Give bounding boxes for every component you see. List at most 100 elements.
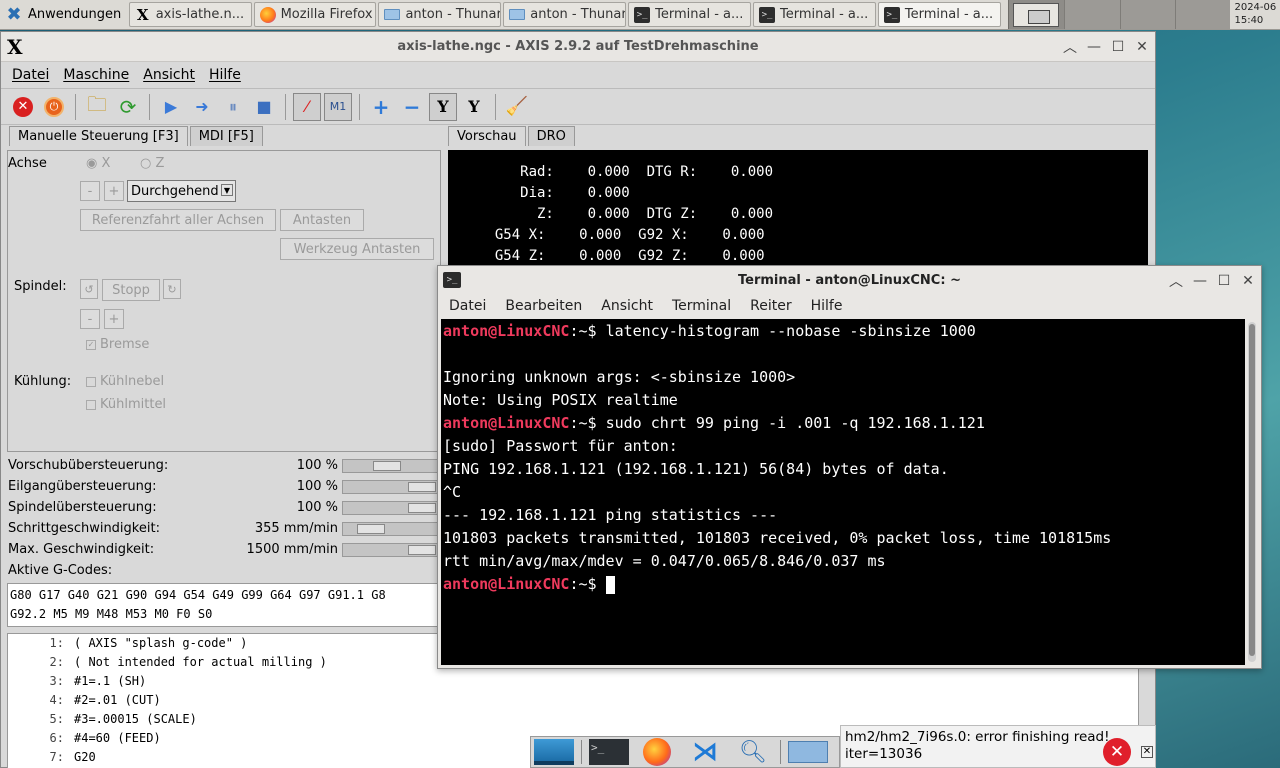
taskbar-item-terminal-1[interactable]: >_ Terminal - a... — [628, 2, 752, 27]
jog-speed-slider[interactable] — [342, 522, 438, 536]
minimize-icon[interactable]: — — [1193, 273, 1207, 289]
taskbar-item-label: anton - Thunar — [405, 7, 502, 22]
terminal-titlebar[interactable]: >_ Terminal - anton@LinuxCNC: ~ ︿ — ☐ ✕ — [438, 266, 1261, 294]
optional-stop-toggle[interactable]: M1 — [324, 92, 352, 121]
dock-vscode[interactable]: ⋊ — [684, 737, 726, 767]
spindle-ccw-button[interactable]: ↺ — [80, 279, 98, 299]
menu-ansicht[interactable]: Ansicht — [143, 67, 195, 83]
menu-datei[interactable]: Datei — [12, 67, 49, 83]
rapid-override-slider[interactable] — [342, 480, 438, 494]
active-gcodes-text[interactable]: G80 G17 G40 G21 G90 G94 G54 G49 G99 G64 … — [7, 583, 439, 627]
block-delete-toggle[interactable]: ⁄ — [293, 92, 321, 121]
jog-plus-button[interactable]: + — [104, 181, 124, 201]
menu-terminal[interactable]: Terminal — [672, 298, 731, 314]
error-notification: hm2/hm2_7i96s.0: error finishing read! i… — [840, 725, 1156, 768]
minimize-icon[interactable]: — — [1087, 39, 1101, 55]
terminal-scrollbar[interactable] — [1248, 322, 1256, 662]
spindle-cw-button[interactable]: ↻ — [163, 279, 181, 299]
menu-datei[interactable]: Datei — [449, 298, 486, 314]
reload-button[interactable]: ⟳ — [114, 93, 142, 121]
axis-z-radio[interactable]: ○ Z — [140, 156, 164, 171]
open-file-button[interactable]: 🗀 — [83, 92, 111, 121]
dock-show-desktop[interactable] — [533, 737, 575, 767]
menu-hilfe[interactable]: Hilfe — [811, 298, 843, 314]
tab-manual[interactable]: Manuelle Steuerung [F3] — [9, 126, 188, 146]
flood-checkbox[interactable]: Kühlmittel — [86, 397, 166, 412]
view-y-button[interactable]: Y — [429, 92, 457, 121]
command-text: sudo chrt 99 ping -i .001 -q 192.168.1.1… — [605, 414, 985, 432]
machine-power-button[interactable]: ⏻ — [40, 93, 68, 121]
view-y2-button[interactable]: Y — [460, 93, 488, 121]
workspace-3[interactable] — [1119, 0, 1176, 29]
program-line[interactable]: 4: #2=.01 (CUT) — [8, 691, 1138, 710]
run-button[interactable]: ▶ — [157, 93, 185, 121]
slider-knob[interactable] — [408, 482, 436, 492]
touch-off-button[interactable]: Antasten — [280, 209, 364, 231]
menu-ansicht[interactable]: Ansicht — [601, 298, 653, 314]
max-velocity-slider[interactable] — [342, 543, 438, 557]
spindle-override-slider[interactable] — [342, 501, 438, 515]
menu-reiter[interactable]: Reiter — [750, 298, 791, 314]
tool-touch-off-button[interactable]: Werkzeug Antasten — [280, 238, 434, 260]
slider-knob[interactable] — [373, 461, 401, 471]
pause-button[interactable]: ⏸ — [219, 93, 247, 121]
estop-button[interactable]: ✕ — [9, 93, 37, 121]
zoom-out-icon: − — [403, 94, 421, 119]
mist-checkbox[interactable]: Kühlnebel — [86, 374, 164, 389]
taskbar-item-axis[interactable]: X axis-lathe.n... — [128, 2, 252, 27]
menu-hilfe[interactable]: Hilfe — [209, 67, 241, 83]
clock[interactable]: 2024-06 15:40 — [1230, 0, 1280, 29]
menu-maschine[interactable]: Maschine — [63, 67, 129, 83]
taskbar-item-terminal-3[interactable]: >_ Terminal - a... — [877, 2, 1001, 27]
dock-search[interactable]: 🔍︎ — [732, 737, 774, 767]
dock-terminal[interactable]: >_ — [588, 737, 630, 767]
terminal-screen[interactable]: anton@LinuxCNC:~$ latency-histogram --no… — [441, 319, 1245, 665]
clear-plot-button[interactable]: 🧹 — [503, 93, 531, 121]
scrollbar-thumb[interactable] — [1249, 324, 1255, 656]
workspace-2[interactable] — [1064, 0, 1120, 29]
close-icon[interactable]: ✕ — [1135, 39, 1149, 55]
stop-button[interactable]: ■ — [250, 93, 278, 121]
spindle-minus-button[interactable]: - — [80, 309, 100, 329]
workspace-1[interactable] — [1007, 0, 1065, 29]
jog-minus-button[interactable]: - — [80, 181, 100, 201]
taskbar-item-terminal-2[interactable]: >_ Terminal - a... — [753, 2, 876, 27]
view-y-icon: Y — [437, 97, 449, 116]
close-notification-button[interactable]: ✕ — [1141, 746, 1153, 758]
zoom-in-button[interactable]: + — [367, 93, 395, 121]
taskbar-item-thunar-2[interactable]: anton - Thunar — [503, 2, 627, 27]
step-button[interactable]: ➜ — [188, 93, 216, 121]
axis-x-radio[interactable]: ◉ X — [86, 156, 110, 171]
tab-dro[interactable]: DRO — [527, 126, 575, 146]
menu-bearbeiten[interactable]: Bearbeiten — [505, 298, 582, 314]
brake-checkbox[interactable]: ✓ Bremse — [86, 337, 149, 352]
tab-preview[interactable]: Vorschau — [448, 126, 526, 146]
close-icon[interactable]: ✕ — [1241, 273, 1255, 289]
window-shade-icon[interactable]: ︿ — [1063, 37, 1077, 57]
home-all-button[interactable]: Referenzfahrt aller Achsen — [80, 209, 276, 231]
zoom-out-button[interactable]: − — [398, 93, 426, 121]
dock-firefox[interactable] — [636, 737, 678, 767]
maximize-icon[interactable]: ☐ — [1111, 39, 1125, 55]
maximize-icon[interactable]: ☐ — [1217, 273, 1231, 289]
window-shade-icon[interactable]: ︿ — [1169, 271, 1183, 291]
feed-override-slider[interactable] — [342, 459, 438, 473]
slider-knob[interactable] — [357, 524, 385, 534]
jog-mode-select[interactable]: Durchgehend ▼ — [127, 180, 236, 202]
spindle-stop-button[interactable]: Stopp — [102, 279, 160, 301]
dock-separator — [581, 740, 582, 764]
axis-titlebar[interactable]: X axis-lathe.ngc - AXIS 2.9.2 auf TestDr… — [1, 32, 1155, 62]
taskbar-item-thunar-1[interactable]: anton - Thunar — [378, 2, 502, 27]
dock-files[interactable] — [787, 737, 829, 767]
slider-knob[interactable] — [408, 545, 436, 555]
folder-icon — [509, 9, 526, 20]
spindle-plus-button[interactable]: + — [104, 309, 124, 329]
workspace-4[interactable] — [1175, 0, 1231, 29]
tab-mdi[interactable]: MDI [F5] — [189, 126, 263, 146]
taskbar-item-firefox[interactable]: Mozilla Firefox — [253, 2, 377, 27]
applications-menu-button[interactable]: ✖ Anwendungen — [0, 0, 129, 29]
prompt-user: anton@LinuxCNC — [443, 322, 570, 340]
program-line[interactable]: 3: #1=.1 (SH) — [8, 672, 1138, 691]
slider-knob[interactable] — [408, 503, 436, 513]
